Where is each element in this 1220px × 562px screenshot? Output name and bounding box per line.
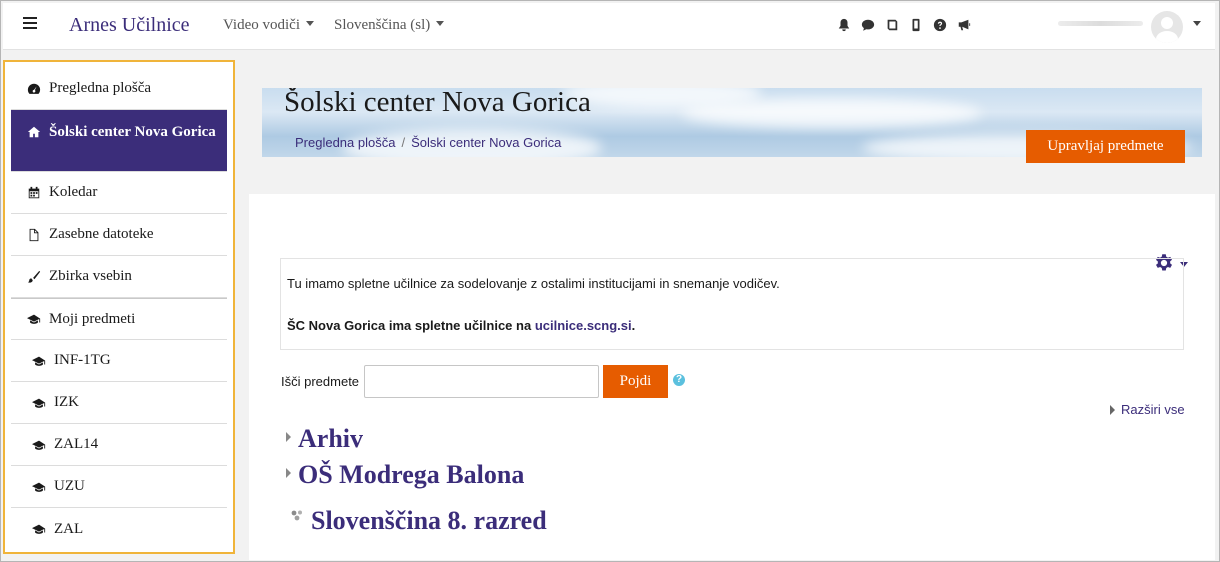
- sidebar-item-calendar[interactable]: Koledar: [11, 172, 227, 214]
- category-archive[interactable]: Arhiv: [286, 424, 363, 454]
- help-icon[interactable]: ?: [673, 374, 685, 386]
- description-line: Tu imamo spletne učilnice za sodelovanje…: [287, 276, 780, 291]
- sidebar-item-label: ZAL: [54, 520, 84, 537]
- graduation-cap-icon: [32, 356, 46, 366]
- sidebar-item-label: Zasebne datoteke: [49, 226, 154, 242]
- search-go-button[interactable]: Pojdi: [603, 365, 668, 398]
- video-guides-label: Video vodiči: [223, 17, 300, 33]
- sidebar-item-course[interactable]: ZAL: [11, 508, 227, 550]
- description-line: ŠC Nova Gorica ima spletne učilnice na u…: [287, 318, 635, 333]
- sidebar-item-label: ZAL14: [54, 436, 99, 452]
- dashboard-icon: [27, 83, 41, 94]
- site-brand[interactable]: Arnes Učilnice: [69, 14, 190, 37]
- breadcrumb: Pregledna plošča / Šolski center Nova Gori…: [295, 135, 562, 150]
- help-icon[interactable]: [933, 18, 947, 32]
- external-site-link[interactable]: ucilnice.scng.si: [535, 318, 632, 333]
- search-courses-input[interactable]: [364, 365, 599, 398]
- book-icon[interactable]: [885, 18, 899, 32]
- home-icon: [27, 126, 41, 138]
- sidebar-item-label: INF-1TG: [54, 352, 111, 368]
- language-label: Slovenščina (sl): [334, 17, 431, 33]
- nav-drawer-list: Pregledna plošča Šolski center Nova Gori…: [11, 68, 227, 550]
- sidebar-item-dashboard[interactable]: Pregledna plošča: [11, 68, 227, 110]
- graduation-cap-icon: [32, 482, 46, 492]
- user-avatar[interactable]: [1151, 11, 1183, 43]
- nav-drawer: Pregledna plošča Šolski center Nova Gori…: [3, 60, 235, 554]
- top-navbar: Arnes Učilnice Video vodiči Slovenščina …: [3, 3, 1215, 50]
- user-name-redacted: [1058, 21, 1143, 26]
- breadcrumb-item-dashboard[interactable]: Pregledna plošča: [295, 135, 395, 150]
- expand-all-label: Razširi vse: [1121, 402, 1185, 417]
- graduation-cap-icon: [32, 440, 46, 450]
- language-menu[interactable]: Slovenščina (sl): [334, 17, 445, 34]
- sidebar-item-label: Pregledna plošča: [49, 80, 152, 96]
- chat-icon[interactable]: [861, 18, 875, 32]
- sidebar-item-label: Zbirka vsebin: [49, 268, 132, 284]
- sidebar-item-label: UZU: [54, 478, 85, 494]
- graduation-cap-icon: [32, 398, 46, 408]
- graduation-cap-icon: [27, 314, 41, 324]
- video-guides-menu[interactable]: Video vodiči: [223, 17, 314, 34]
- category-os-modrega-balona[interactable]: OŠ Modrega Balona: [286, 460, 524, 490]
- sidebar-item-site-home[interactable]: Šolski center Nova Gorica: [11, 110, 227, 172]
- breadcrumb-item-current[interactable]: Šolski center Nova Gorica: [411, 135, 561, 150]
- hamburger-menu-icon[interactable]: [23, 17, 37, 33]
- bell-icon[interactable]: [837, 18, 851, 32]
- sidebar-item-content-bank[interactable]: Zbirka vsebin: [11, 256, 227, 298]
- chevron-down-icon: [306, 21, 314, 26]
- sidebar-item-course[interactable]: INF-1TG: [11, 340, 227, 382]
- sidebar-item-label: Koledar: [49, 184, 98, 200]
- calendar-icon: [28, 186, 40, 198]
- megaphone-icon[interactable]: [957, 18, 971, 32]
- triangle-right-icon: [1110, 405, 1115, 415]
- brush-icon: [27, 270, 41, 283]
- course-label: Slovenščina 8. razred: [311, 506, 547, 535]
- triangle-right-icon: [286, 468, 291, 478]
- sidebar-item-label: IZK: [54, 394, 79, 410]
- mobile-icon[interactable]: [909, 18, 923, 32]
- sidebar-item-my-courses[interactable]: Moji predmeti: [11, 298, 227, 340]
- sidebar-item-label: Moji predmeti: [49, 310, 136, 327]
- expand-all-link[interactable]: Razširi vse: [1110, 402, 1185, 417]
- sidebar-item-course[interactable]: IZK: [11, 382, 227, 424]
- sidebar-item-label: Šolski center Nova Gorica: [49, 124, 216, 140]
- sidebar-item-course[interactable]: UZU: [11, 466, 227, 508]
- graduation-cap-icon: [32, 524, 46, 534]
- category-description: Tu imamo spletne učilnice za sodelovanje…: [280, 258, 1184, 350]
- search-courses-label: Išči predmete: [281, 374, 360, 389]
- file-icon: [29, 228, 39, 241]
- chevron-down-icon: [436, 21, 445, 26]
- description-text: ŠC Nova Gorica ima spletne učilnice na: [287, 318, 535, 333]
- category-label: OŠ Modrega Balona: [298, 460, 525, 489]
- chevron-down-icon[interactable]: [1193, 21, 1201, 26]
- category-label: Arhiv: [298, 424, 363, 453]
- triangle-right-icon: [286, 432, 291, 442]
- sidebar-item-course[interactable]: ZAL14: [11, 424, 227, 466]
- description-text: .: [631, 318, 636, 333]
- nav-icon-group: [837, 18, 971, 32]
- manage-courses-button[interactable]: Upravljaj predmete: [1026, 130, 1185, 163]
- course-link-slovenscina[interactable]: Slovenščina 8. razred: [291, 506, 547, 536]
- page-title: Šolski center Nova Gorica: [284, 88, 591, 118]
- course-icon: [291, 510, 302, 521]
- sidebar-item-private-files[interactable]: Zasebne datoteke: [11, 214, 227, 256]
